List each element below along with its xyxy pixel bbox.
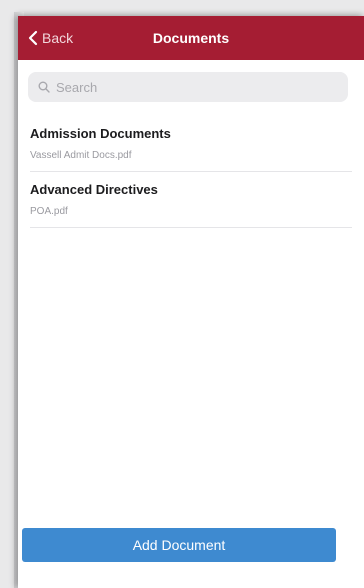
- document-list: Admission Documents Vassell Admit Docs.p…: [30, 116, 352, 228]
- app-screen: Back Documents Admission Documents Vasse…: [18, 16, 364, 588]
- back-label: Back: [42, 30, 74, 46]
- list-item[interactable]: Admission Documents Vassell Admit Docs.p…: [30, 116, 352, 172]
- add-document-button[interactable]: Add Document: [22, 528, 336, 562]
- document-filename: Vassell Admit Docs.pdf: [30, 150, 132, 161]
- search-icon: [38, 80, 52, 94]
- search-input[interactable]: [56, 79, 336, 95]
- document-title: Admission Documents: [30, 126, 171, 141]
- document-filename: POA.pdf: [30, 206, 68, 217]
- navigation-bar: Back Documents: [18, 16, 364, 60]
- document-title: Advanced Directives: [30, 182, 158, 197]
- back-button[interactable]: Back: [28, 16, 73, 60]
- list-item[interactable]: Advanced Directives POA.pdf: [30, 172, 352, 228]
- search-bar[interactable]: [28, 72, 348, 102]
- chevron-left-icon: [28, 30, 38, 46]
